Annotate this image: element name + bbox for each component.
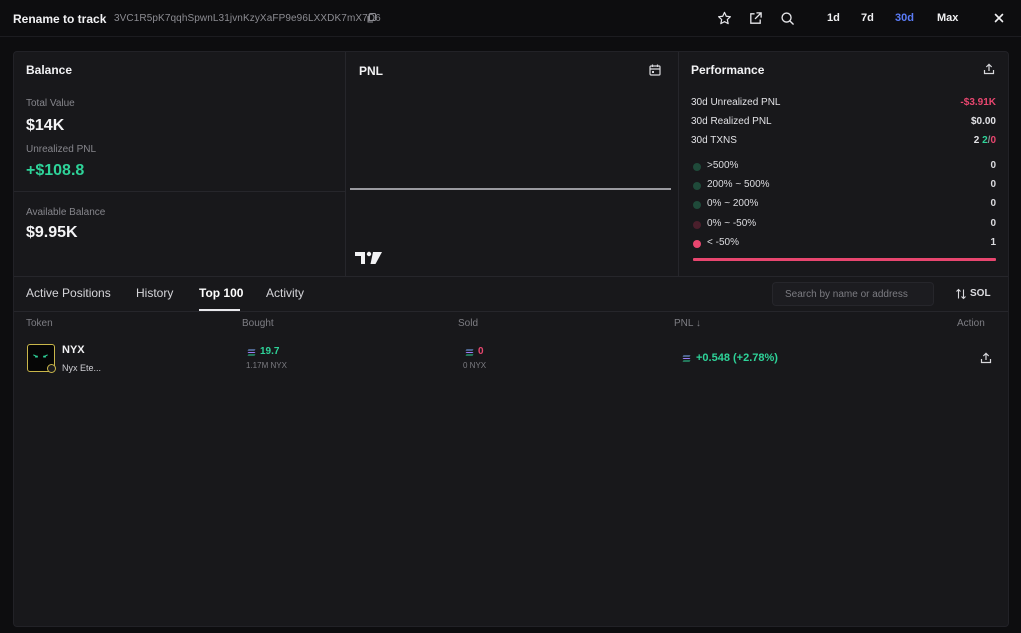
stat-value: -$3.91K bbox=[960, 97, 996, 108]
tab-history[interactable]: History bbox=[136, 286, 173, 300]
column-sold: Sold bbox=[458, 318, 479, 329]
range-30d[interactable]: 30d bbox=[895, 12, 914, 24]
balance-title: Balance bbox=[26, 63, 73, 77]
dist-count: 0 bbox=[990, 179, 996, 190]
divider bbox=[14, 276, 1008, 277]
stat-value: 2 2/0 bbox=[974, 135, 996, 146]
bought-amount: 19.7 bbox=[260, 346, 280, 357]
txns-stat: 30d TXNS 2 2/0 bbox=[691, 135, 996, 149]
legend-dot bbox=[693, 163, 701, 171]
search-input[interactable] bbox=[772, 282, 934, 306]
search-icon[interactable] bbox=[780, 11, 795, 26]
share-icon[interactable] bbox=[980, 352, 992, 364]
distribution-bar bbox=[693, 258, 996, 261]
pnl-value: +0.548 (+2.78%) bbox=[696, 352, 778, 364]
available-balance-label: Available Balance bbox=[26, 207, 106, 218]
unrealized-pnl-stat: 30d Unrealized PNL -$3.91K bbox=[691, 97, 996, 111]
external-link-icon[interactable] bbox=[748, 11, 763, 26]
dist-count: 0 bbox=[990, 198, 996, 209]
stat-label: 30d Unrealized PNL bbox=[691, 97, 781, 108]
share-icon[interactable] bbox=[983, 63, 995, 75]
dist-count: 0 bbox=[990, 160, 996, 171]
swap-sort-icon[interactable] bbox=[955, 288, 967, 300]
dist-row-gt500: >500% 0 bbox=[693, 160, 996, 174]
wallet-name[interactable]: Rename to track bbox=[13, 12, 106, 26]
copy-icon[interactable] bbox=[367, 13, 376, 23]
bought-token-amount: 1.17M NYX bbox=[246, 361, 287, 370]
legend-dot bbox=[693, 201, 701, 209]
dist-row-lt-neg50: < -50% 1 bbox=[693, 237, 996, 251]
pnl-chart-line bbox=[350, 188, 671, 190]
top-bar: Rename to track 3VC1R5pK7qqhSpwnL31jvnKz… bbox=[0, 0, 1021, 37]
token-symbol[interactable]: NYX bbox=[62, 344, 85, 356]
unrealized-pnl-value: +$108.8 bbox=[26, 162, 85, 179]
total-value: $14K bbox=[26, 117, 65, 134]
available-balance-value: $9.95K bbox=[26, 224, 78, 241]
tradingview-logo bbox=[355, 251, 382, 264]
column-bought: Bought bbox=[242, 318, 274, 329]
star-icon[interactable] bbox=[717, 11, 732, 26]
pnl-title: PNL bbox=[359, 64, 383, 78]
currency-toggle[interactable]: SOL bbox=[970, 288, 991, 299]
dist-label: 200% ~ 500% bbox=[707, 179, 770, 190]
token-name: Nyx Ete... bbox=[62, 363, 102, 373]
dist-count: 0 bbox=[990, 218, 996, 229]
dist-label: >500% bbox=[707, 160, 739, 171]
tab-activity[interactable]: Activity bbox=[266, 286, 304, 300]
dist-label: 0% ~ 200% bbox=[707, 198, 759, 209]
stat-value: $0.00 bbox=[970, 116, 996, 127]
column-pnl[interactable]: PNL ↓ bbox=[674, 318, 701, 329]
close-icon[interactable] bbox=[992, 11, 1006, 25]
dist-row-200-500: 200% ~ 500% 0 bbox=[693, 179, 996, 193]
sold-token-amount: 0 NYX bbox=[463, 361, 487, 370]
dist-label: < -50% bbox=[707, 237, 739, 248]
tab-active-positions[interactable]: Active Positions bbox=[26, 286, 111, 300]
legend-dot bbox=[693, 182, 701, 190]
range-1d[interactable]: 1d bbox=[827, 12, 840, 24]
performance-title: Performance bbox=[691, 63, 765, 77]
range-max[interactable]: Max bbox=[937, 12, 958, 24]
main-panel: Balance Total Value $14K Unrealized PNL … bbox=[13, 51, 1009, 627]
dist-row-0-200: 0% ~ 200% 0 bbox=[693, 198, 996, 212]
txns-sells: 0 bbox=[990, 135, 996, 146]
column-token: Token bbox=[26, 318, 53, 329]
divider bbox=[14, 311, 1008, 312]
calendar-icon[interactable] bbox=[649, 64, 661, 76]
divider bbox=[678, 52, 679, 276]
solana-icon bbox=[465, 349, 474, 356]
wallet-address: 3VC1R5pK7qqhSpwnL31jvnKzyXaFP9e96LXXDK7m… bbox=[114, 13, 381, 24]
tab-top-100[interactable]: Top 100 bbox=[199, 286, 243, 300]
stat-label: 30d Realized PNL bbox=[691, 116, 772, 127]
stat-label: 30d TXNS bbox=[691, 135, 737, 146]
active-tab-indicator bbox=[199, 309, 240, 311]
legend-dot bbox=[693, 221, 701, 229]
dist-label: 0% ~ -50% bbox=[707, 218, 757, 229]
solana-icon bbox=[682, 355, 691, 362]
dist-count: 1 bbox=[990, 237, 996, 248]
solana-icon bbox=[247, 349, 256, 356]
sold-amount: 0 bbox=[478, 346, 484, 357]
dist-row-0-neg50: 0% ~ -50% 0 bbox=[693, 218, 996, 232]
txns-total: 2 bbox=[973, 135, 980, 146]
divider bbox=[14, 191, 345, 192]
divider bbox=[345, 52, 346, 276]
range-7d[interactable]: 7d bbox=[861, 12, 874, 24]
total-value-label: Total Value bbox=[26, 98, 75, 109]
column-action: Action bbox=[957, 318, 985, 329]
realized-pnl-stat: 30d Realized PNL $0.00 bbox=[691, 116, 996, 130]
legend-dot bbox=[693, 240, 701, 248]
unrealized-pnl-label: Unrealized PNL bbox=[26, 144, 97, 155]
pump-badge-icon bbox=[47, 364, 56, 373]
